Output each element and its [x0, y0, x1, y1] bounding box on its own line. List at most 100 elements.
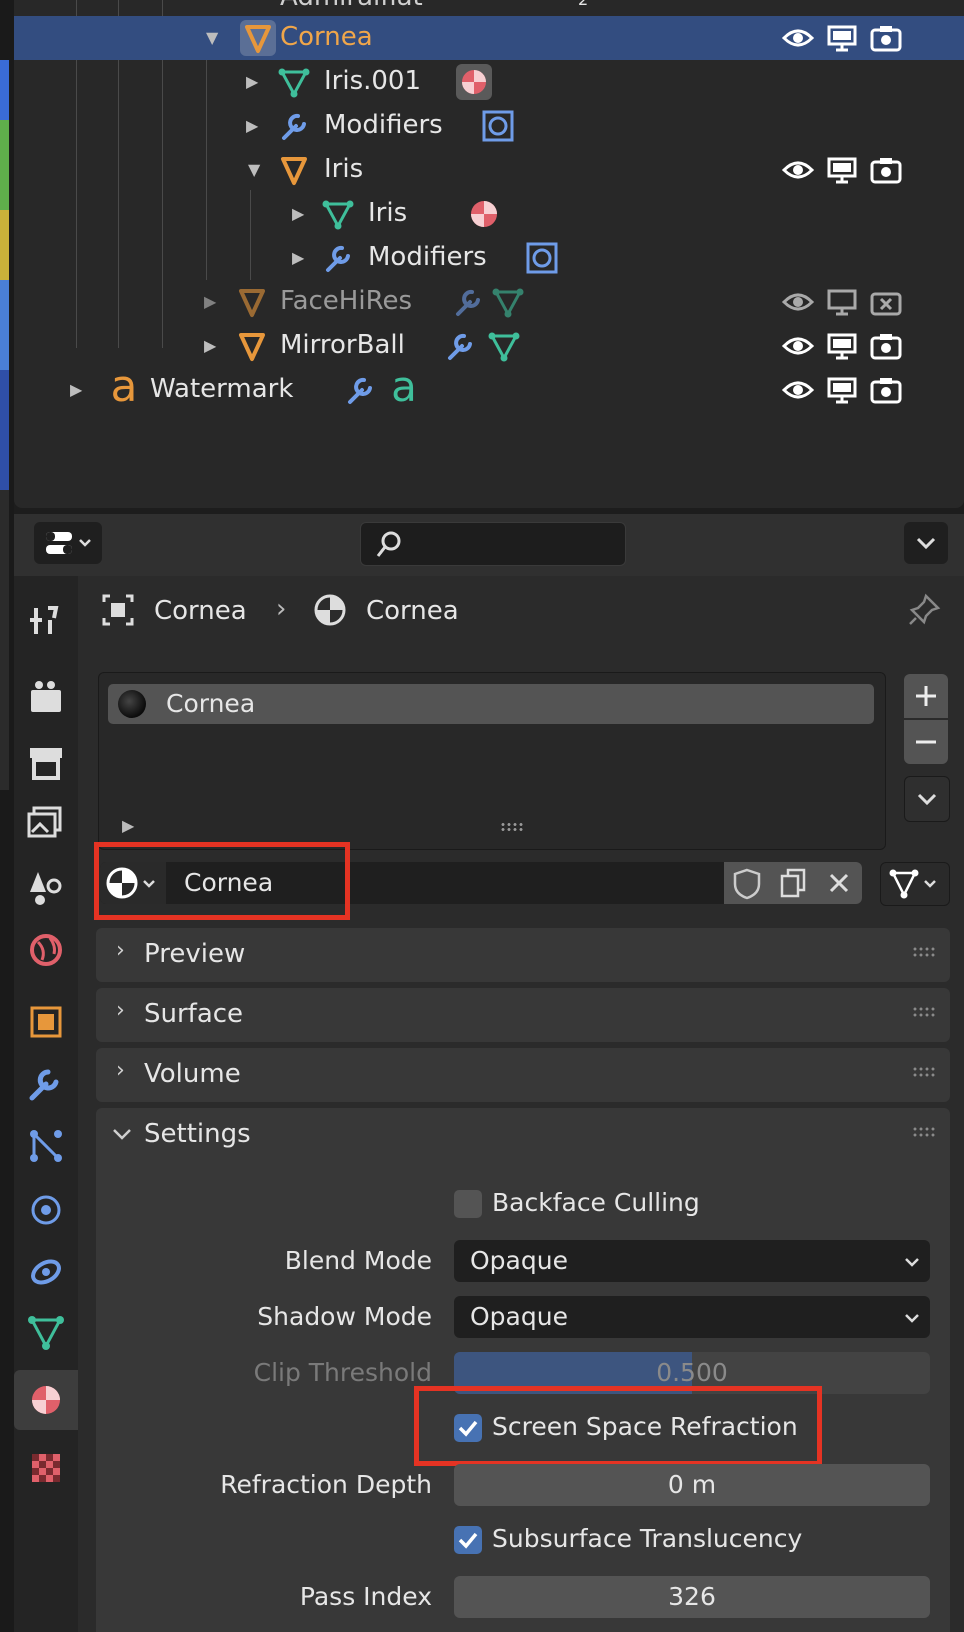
collapse-triangle-icon[interactable]: ▼	[248, 160, 260, 179]
material-context-icon	[312, 592, 348, 628]
panel-surface[interactable]: › Surface	[96, 988, 950, 1042]
modifier-object-icon[interactable]	[480, 108, 516, 144]
monitor-disabled-icon[interactable]	[824, 284, 860, 320]
panel-preview[interactable]: › Preview	[96, 928, 950, 982]
outliner-row-label: Cornea	[280, 22, 373, 52]
clipped-count: 2	[578, 0, 588, 9]
monitor-icon[interactable]	[824, 372, 860, 408]
blend-mode-dropdown[interactable]: Opaque	[454, 1240, 930, 1282]
tab-physics[interactable]	[14, 1180, 78, 1240]
options-dropdown-button[interactable]	[904, 522, 948, 564]
text-object-icon: a	[110, 361, 138, 412]
panel-volume[interactable]: › Volume	[96, 1048, 950, 1102]
drag-handle-icon[interactable]	[912, 1066, 936, 1078]
chevron-down-icon	[113, 1129, 131, 1140]
breadcrumb-separator-icon: ›	[276, 594, 287, 624]
expand-triangle-icon[interactable]: ▶	[292, 248, 304, 267]
tab-particles[interactable]	[14, 1116, 78, 1176]
tab-render[interactable]	[14, 670, 78, 730]
material-slot-row[interactable]: Cornea	[108, 684, 874, 724]
pass-index-field[interactable]: 326	[454, 1576, 930, 1618]
outliner-row-iris-object[interactable]: ▼ Iris	[14, 148, 964, 192]
list-resize-grip-icon[interactable]	[500, 822, 524, 832]
editor-type-button[interactable]	[34, 522, 102, 564]
tab-constraints[interactable]	[14, 1242, 78, 1302]
shadow-mode-dropdown[interactable]: Opaque	[454, 1296, 930, 1338]
outliner-row-modifiers[interactable]: ▶ Modifiers	[14, 236, 964, 280]
duplicate-material-button[interactable]	[770, 862, 816, 904]
outliner-row-modifiers[interactable]: ▶ Modifiers	[14, 104, 964, 148]
camera-icon[interactable]	[868, 152, 904, 188]
tab-output[interactable]	[14, 734, 78, 794]
eye-icon[interactable]	[780, 152, 816, 188]
expand-triangle-icon[interactable]: ▶	[204, 336, 216, 355]
tab-object[interactable]	[14, 992, 78, 1052]
expand-triangle-icon[interactable]: ▶	[246, 116, 258, 135]
search-input[interactable]	[360, 522, 626, 566]
outliner-row-label: Iris	[324, 154, 364, 184]
blend-mode-value: Opaque	[470, 1246, 568, 1275]
tab-texture[interactable]	[14, 1438, 78, 1498]
eye-icon[interactable]	[780, 284, 816, 320]
add-slot-button[interactable]	[904, 674, 948, 718]
list-filter-triangle-icon[interactable]: ▶	[122, 816, 134, 835]
drag-handle-icon[interactable]	[912, 1126, 936, 1138]
drag-handle-icon[interactable]	[912, 946, 936, 958]
mesh-data-icon[interactable]	[486, 328, 522, 364]
camera-icon[interactable]	[868, 328, 904, 364]
tab-modifiers[interactable]	[14, 1054, 78, 1114]
outliner-row-watermark[interactable]: ▶ a Watermark a	[14, 361, 964, 412]
pin-icon[interactable]	[906, 592, 942, 628]
wrench-icon[interactable]	[342, 372, 378, 408]
monitor-icon[interactable]	[824, 20, 860, 56]
tab-material[interactable]	[14, 1370, 78, 1430]
expand-triangle-icon[interactable]: ▶	[70, 380, 82, 399]
eye-icon[interactable]	[780, 328, 816, 364]
outliner-row-label: Modifiers	[324, 110, 443, 140]
unlink-material-button[interactable]	[816, 862, 862, 904]
outliner-row-cornea[interactable]: ▼ Cornea	[14, 16, 964, 60]
tab-scene[interactable]	[14, 858, 78, 918]
expand-triangle-icon[interactable]: ▶	[246, 72, 258, 91]
material-icon[interactable]	[466, 196, 502, 232]
panel-settings-header[interactable]: Settings	[96, 1108, 950, 1162]
backface-culling-checkbox[interactable]	[454, 1190, 482, 1218]
modifier-object-icon[interactable]	[524, 240, 560, 276]
fake-user-button[interactable]	[724, 862, 770, 904]
outliner-row-facehires[interactable]: ▶ FaceHiRes	[14, 280, 964, 324]
camera-icon[interactable]	[868, 372, 904, 408]
outliner-row-iris-mesh[interactable]: ▶ Iris	[14, 192, 964, 236]
duplicate-icon	[780, 868, 806, 898]
mesh-data-icon	[276, 64, 312, 100]
monitor-icon[interactable]	[824, 328, 860, 364]
wrench-icon[interactable]	[450, 284, 486, 320]
link-type-button[interactable]	[880, 862, 950, 906]
tab-data[interactable]	[14, 1302, 78, 1362]
drag-handle-icon[interactable]	[912, 1006, 936, 1018]
text-data-icon[interactable]: a	[386, 366, 422, 408]
object-icon	[30, 1006, 62, 1038]
expand-triangle-icon[interactable]: ▶	[292, 204, 304, 223]
outliner-row-iris001[interactable]: ▶ Iris.001	[14, 60, 964, 104]
material-icon[interactable]	[456, 64, 492, 100]
remove-slot-button[interactable]	[904, 720, 948, 764]
refraction-depth-field[interactable]: 0 m	[454, 1464, 930, 1506]
expand-triangle-icon[interactable]: ▶	[204, 292, 216, 311]
outliner-row-mirrorball[interactable]: ▶ MirrorBall	[14, 324, 964, 368]
monitor-icon[interactable]	[824, 152, 860, 188]
wrench-icon[interactable]	[442, 328, 478, 364]
camera-disabled-icon[interactable]	[868, 284, 904, 320]
slot-specials-button[interactable]	[904, 776, 950, 822]
shadow-mode-label: Shadow Mode	[257, 1302, 432, 1331]
collapse-triangle-icon[interactable]: ▼	[206, 28, 218, 47]
search-field[interactable]	[411, 529, 615, 559]
clip-threshold-label: Clip Threshold	[253, 1358, 432, 1387]
subsurface-translucency-checkbox[interactable]	[454, 1526, 482, 1554]
tab-tool[interactable]	[14, 590, 78, 650]
tab-view-layer[interactable]	[14, 794, 78, 854]
camera-icon[interactable]	[868, 20, 904, 56]
eye-icon[interactable]	[780, 20, 816, 56]
tab-world[interactable]	[14, 920, 78, 980]
eye-icon[interactable]	[780, 372, 816, 408]
mesh-data-icon[interactable]	[490, 284, 526, 320]
